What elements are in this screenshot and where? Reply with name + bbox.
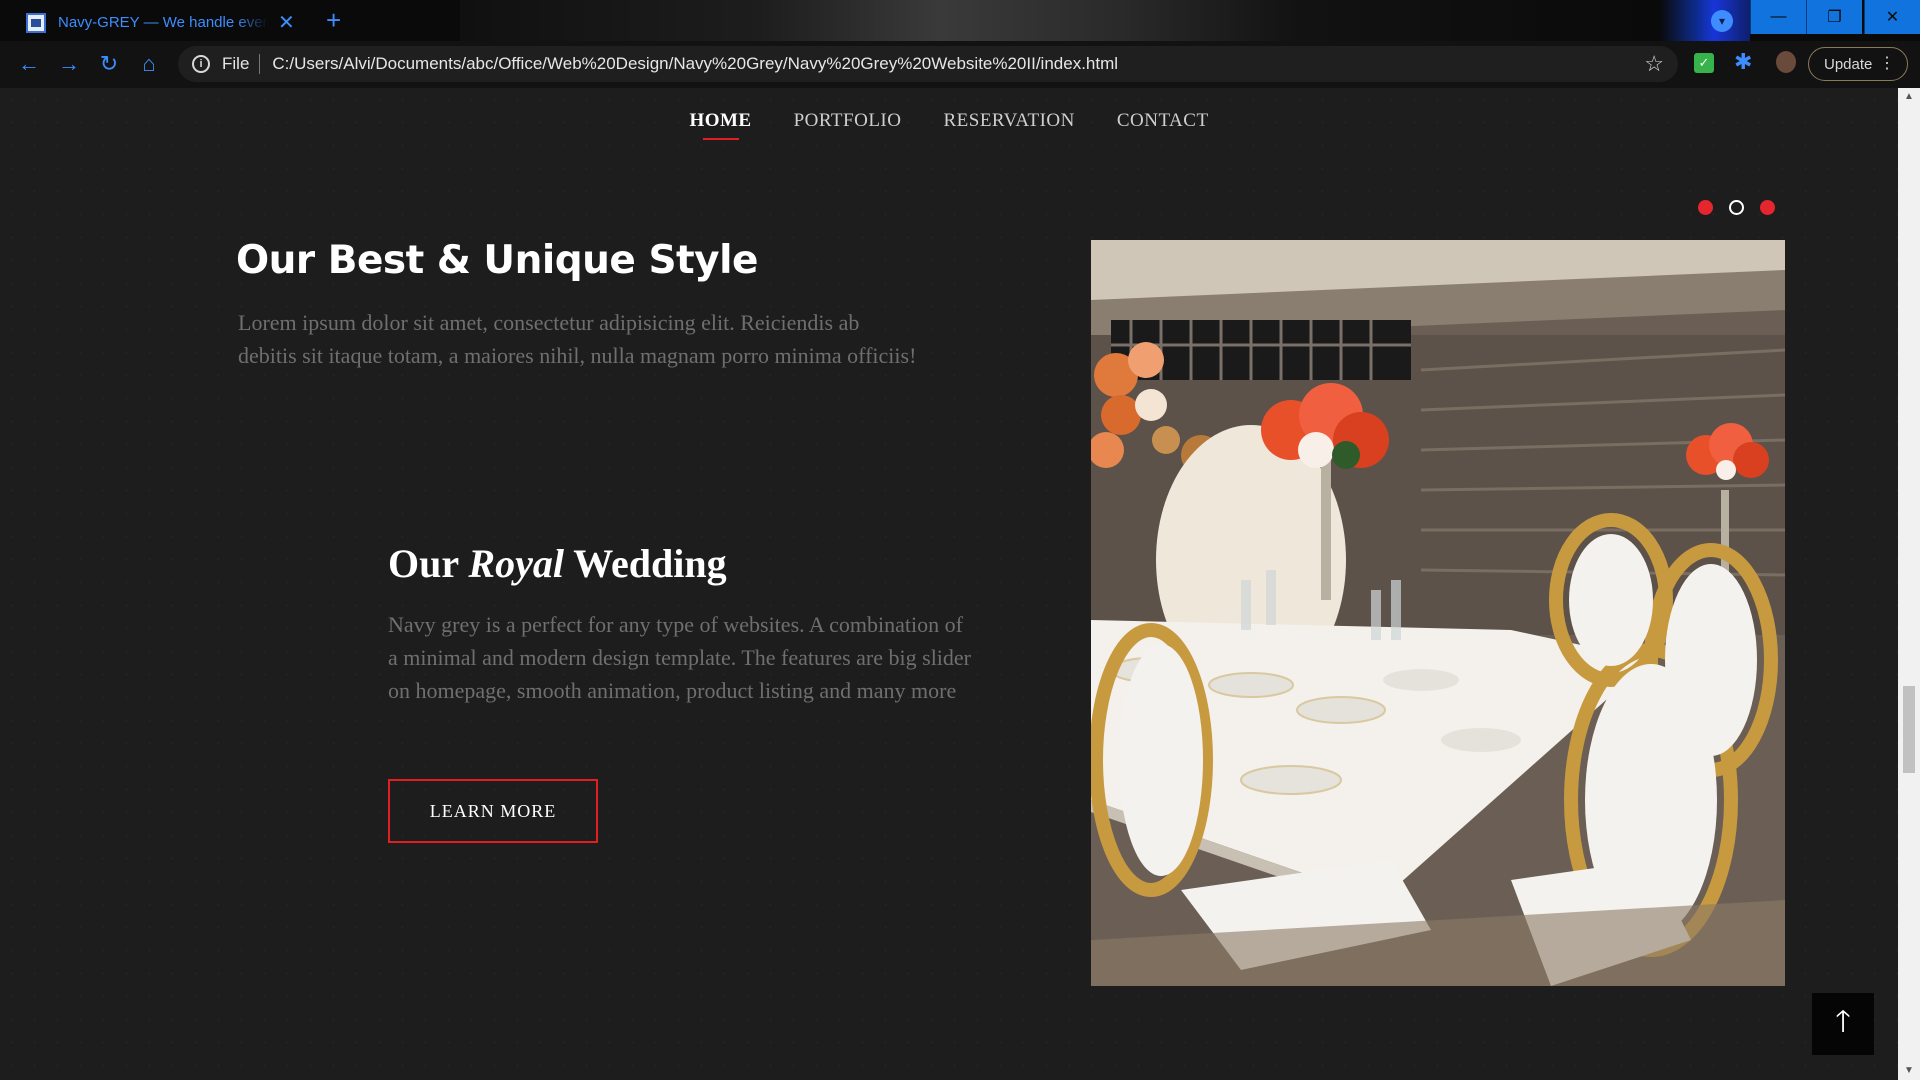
extension-check-icon[interactable]: ✓ — [1694, 53, 1714, 73]
scroll-to-top-button[interactable]: 🡑 — [1812, 993, 1874, 1055]
tab-strip-accent — [1660, 0, 1750, 41]
info-icon[interactable]: i — [192, 55, 210, 73]
slider-dot-2[interactable] — [1729, 200, 1744, 215]
browser-toolbar: ← → ↻ ⌂ i File C:/Users/Alvi/Documents/a… — [0, 41, 1920, 88]
web-page: HOME PORTFOLIO RESERVATION CONTACT Our B… — [0, 88, 1898, 1080]
hero-title: Our Best & Unique Style — [236, 238, 758, 283]
scrollbar-thumb[interactable] — [1903, 686, 1915, 773]
close-tab-icon[interactable]: ✕ — [278, 10, 295, 35]
slider-dot-3[interactable] — [1760, 200, 1775, 215]
browser-tab-strip: Navy-GREY — We handle event f ✕ + ▾ — ❐ … — [0, 0, 1920, 41]
page-scrollbar[interactable]: ▲ ▼ — [1898, 88, 1920, 1080]
menu-dots-icon[interactable]: ⋮ — [1879, 54, 1895, 74]
extensions-puzzle-icon[interactable]: ✱ — [1734, 49, 1752, 75]
update-label: Update — [1824, 55, 1873, 73]
url-scheme: File — [222, 54, 250, 73]
restore-button[interactable]: ❐ — [1806, 0, 1862, 34]
tab-strip-background — [460, 0, 1660, 41]
home-icon[interactable]: ⌂ — [134, 49, 164, 79]
address-bar[interactable]: i File C:/Users/Alvi/Documents/abc/Offic… — [178, 46, 1678, 82]
nav-reservation[interactable]: RESERVATION — [943, 110, 1074, 140]
hero-text: Lorem ipsum dolor sit amet, consectetur … — [238, 310, 917, 368]
scroll-down-icon[interactable]: ▼ — [1898, 1062, 1920, 1080]
nav-home[interactable]: HOME — [689, 110, 751, 140]
new-tab-icon[interactable]: + — [326, 4, 341, 36]
slider-dot-1[interactable] — [1698, 200, 1713, 215]
browser-tab[interactable]: Navy-GREY — We handle event f ✕ — [10, 4, 315, 41]
forward-icon[interactable]: → — [54, 49, 84, 79]
chevron-down-icon[interactable]: ▾ — [1711, 10, 1733, 32]
feature-title-emphasis: Royal — [468, 541, 564, 586]
wedding-photo — [1091, 240, 1785, 986]
site-favicon-icon — [26, 12, 46, 33]
nav-contact[interactable]: CONTACT — [1117, 110, 1209, 140]
scroll-up-icon[interactable]: ▲ — [1898, 88, 1920, 106]
profile-avatar[interactable] — [1776, 51, 1796, 73]
slider-dots — [1698, 200, 1775, 215]
back-icon[interactable]: ← — [14, 49, 44, 79]
feature-title-before: Our — [388, 541, 459, 586]
nav-portfolio[interactable]: PORTFOLIO — [794, 110, 902, 140]
feature-title: Our Royal Wedding — [388, 540, 727, 587]
reload-icon[interactable]: ↻ — [94, 49, 124, 79]
tab-title: Navy-GREY — We handle event f — [58, 14, 268, 31]
wedding-photo-illustration — [1091, 240, 1785, 986]
bookmark-star-icon[interactable]: ☆ — [1644, 51, 1664, 77]
minimize-button[interactable]: — — [1750, 0, 1806, 34]
close-window-button[interactable]: ✕ — [1864, 0, 1920, 34]
arrow-up-icon: 🡑 — [1835, 1004, 1851, 1038]
address-separator — [259, 54, 261, 74]
feature-text: Navy grey is a perfect for any type of w… — [388, 612, 972, 703]
update-button[interactable]: Update ⋮ — [1808, 47, 1908, 81]
learn-more-button[interactable]: LEARN MORE — [388, 779, 598, 843]
main-navigation: HOME PORTFOLIO RESERVATION CONTACT — [0, 110, 1898, 140]
feature-title-after: Wedding — [573, 541, 727, 586]
url-text[interactable]: C:/Users/Alvi/Documents/abc/Office/Web%2… — [272, 54, 1118, 74]
